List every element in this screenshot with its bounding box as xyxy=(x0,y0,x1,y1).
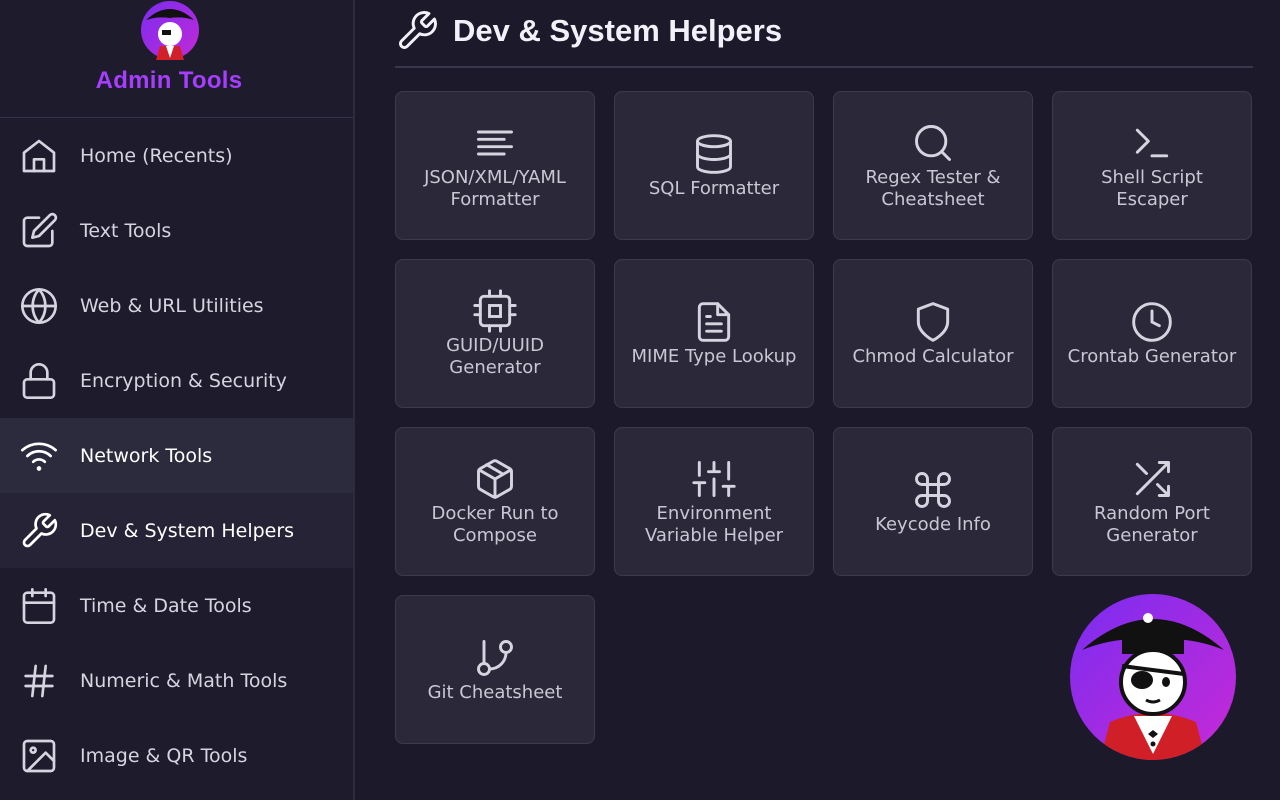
tool-card-sql-formatter[interactable]: SQL Formatter xyxy=(614,91,814,240)
sidebar-item-label: Web & URL Utilities xyxy=(80,294,264,317)
tool-card-chmod-calculator[interactable]: Chmod Calculator xyxy=(833,259,1033,408)
card-label: Keycode Info xyxy=(875,513,991,535)
card-label: Shell Script Escaper xyxy=(1101,166,1203,210)
sidebar-item-label: Text Tools xyxy=(80,219,172,242)
sidebar-item-dev-system[interactable]: Dev & System Helpers xyxy=(0,493,353,568)
search-icon xyxy=(915,124,951,161)
tool-card-keycode-info[interactable]: Keycode Info xyxy=(833,427,1033,576)
card-label: Random Port Generator xyxy=(1094,502,1210,546)
sidebar-item-time-date[interactable]: Time & Date Tools xyxy=(0,568,353,643)
pirate-avatar[interactable] xyxy=(1070,594,1236,760)
sidebar-item-label: Image & QR Tools xyxy=(80,744,248,767)
card-label: JSON/XML/YAML Formatter xyxy=(424,166,566,210)
tool-card-mime-lookup[interactable]: MIME Type Lookup xyxy=(614,259,814,408)
card-label: Crontab Generator xyxy=(1067,345,1237,367)
tool-card-crontab-generator[interactable]: Crontab Generator xyxy=(1052,259,1252,408)
shield-icon xyxy=(916,301,950,342)
image-icon xyxy=(18,735,60,777)
globe-icon xyxy=(18,285,60,327)
card-label: Regex Tester & Cheatsheet xyxy=(865,166,1001,210)
sidebar-item-label: Dev & System Helpers xyxy=(80,519,295,542)
sidebar: Admin Tools Home (Recents) Text Tools We… xyxy=(0,0,355,800)
brand-title: Admin Tools xyxy=(95,67,243,94)
sidebar-item-label: Time & Date Tools xyxy=(80,594,252,617)
sidebar-nav: Home (Recents) Text Tools Web & URL Util… xyxy=(0,118,353,793)
tool-card-env-helper[interactable]: Environment Variable Helper xyxy=(614,427,814,576)
sidebar-item-label: Home (Recents) xyxy=(80,144,233,167)
sidebar-item-home[interactable]: Home (Recents) xyxy=(0,118,353,193)
wrench-icon xyxy=(18,510,60,552)
home-icon xyxy=(18,135,60,177)
card-label: Docker Run to Compose xyxy=(431,502,559,546)
sidebar-item-text-tools[interactable]: Text Tools xyxy=(0,193,353,268)
wifi-icon xyxy=(18,435,60,477)
pirate-logo xyxy=(141,1,199,60)
card-label: GUID/UUID Generator xyxy=(446,334,544,378)
database-icon xyxy=(696,133,732,174)
git-branch-icon xyxy=(477,639,513,676)
sidebar-item-label: Numeric & Math Tools xyxy=(80,669,288,692)
card-label: Chmod Calculator xyxy=(852,345,1014,367)
edit-icon xyxy=(18,210,60,252)
box-icon xyxy=(477,458,513,499)
card-label: MIME Type Lookup xyxy=(631,345,797,367)
tool-card-guid-generator[interactable]: GUID/UUID Generator xyxy=(395,259,595,408)
hash-icon xyxy=(18,660,60,702)
calendar-icon xyxy=(18,585,60,627)
sidebar-item-label: Encryption & Security xyxy=(80,369,287,392)
sidebar-item-network[interactable]: Network Tools xyxy=(0,418,353,493)
cpu-icon xyxy=(473,288,517,333)
sidebar-item-web-url[interactable]: Web & URL Utilities xyxy=(0,268,353,343)
file-text-icon xyxy=(697,301,731,342)
tool-card-docker-compose[interactable]: Docker Run to Compose xyxy=(395,427,595,576)
command-icon xyxy=(915,471,951,508)
wrench-icon xyxy=(399,11,437,49)
sidebar-item-image-qr[interactable]: Image & QR Tools xyxy=(0,718,353,793)
lock-icon xyxy=(18,360,60,402)
card-label: Environment Variable Helper xyxy=(644,502,784,546)
brand: Admin Tools xyxy=(0,0,353,118)
clock-icon xyxy=(1132,301,1172,342)
page-header: Dev & System Helpers xyxy=(395,6,1253,56)
terminal-icon xyxy=(1135,128,1169,157)
tool-card-json-formatter[interactable]: JSON/XML/YAML Formatter xyxy=(395,91,595,240)
sidebar-item-label: Network Tools xyxy=(80,444,213,467)
tool-card-regex-tester[interactable]: Regex Tester & Cheatsheet xyxy=(833,91,1033,240)
tool-card-shell-escaper[interactable]: Shell Script Escaper xyxy=(1052,91,1252,240)
app-root: Admin Tools Home (Recents) Text Tools We… xyxy=(0,0,1280,800)
card-label: Git Cheatsheet xyxy=(427,681,563,703)
align-left-icon xyxy=(477,130,513,155)
sidebar-item-numeric-math[interactable]: Numeric & Math Tools xyxy=(0,643,353,718)
sidebar-item-encryption[interactable]: Encryption & Security xyxy=(0,343,353,418)
page-title: Dev & System Helpers xyxy=(453,13,783,48)
tool-card-random-port[interactable]: Random Port Generator xyxy=(1052,427,1252,576)
tool-card-git-cheatsheet[interactable]: Git Cheatsheet xyxy=(395,595,595,744)
shuffle-icon xyxy=(1135,460,1170,497)
sliders-icon xyxy=(692,460,736,497)
card-label: SQL Formatter xyxy=(648,177,780,199)
header-divider xyxy=(395,66,1253,68)
